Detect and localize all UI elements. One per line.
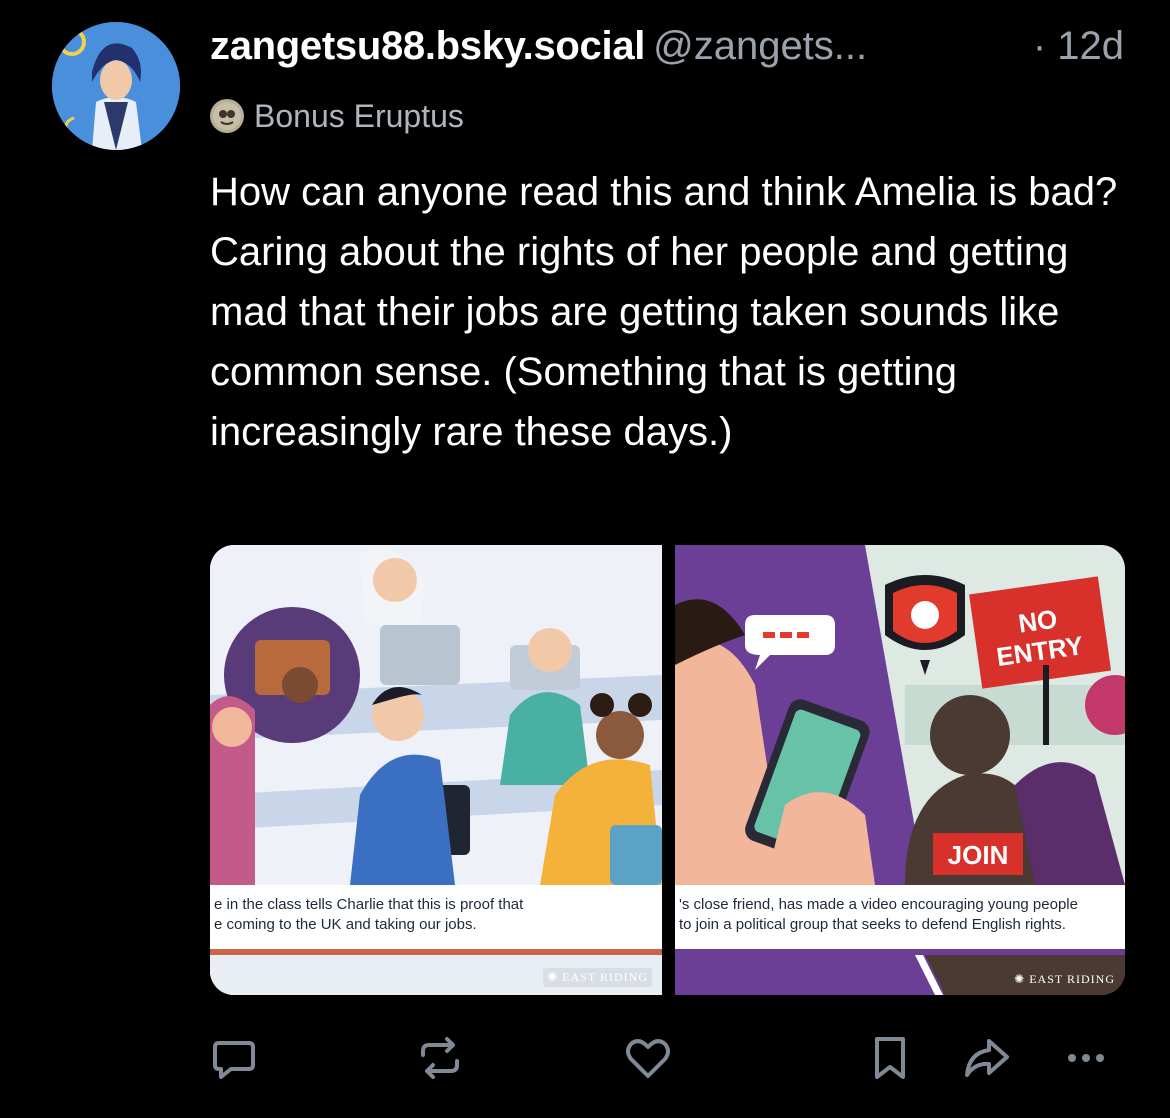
council-crest-icon: ✺ [1014,972,1026,986]
bookmark-button[interactable] [860,1028,920,1088]
caption-line: to join a political group that seeks to … [679,916,1066,933]
repost-icon [421,1037,459,1079]
post-actions [0,1028,1170,1088]
like-button[interactable] [618,1028,678,1088]
author-display-name[interactable]: zangetsu88.bsky.social [210,24,645,68]
author-handle[interactable]: @zangets... [653,24,867,68]
council-watermark: ✺ EAST RIDING [1014,972,1115,987]
share-icon [965,1039,1009,1077]
watermark-text: EAST RIDING [562,970,648,984]
feed-context[interactable]: Bonus Eruptus [210,94,464,138]
repost-button[interactable] [410,1028,470,1088]
council-watermark: ✺ EAST RIDING [543,968,652,987]
caption-line: 's close friend, has made a video encour… [679,896,1078,913]
post-timestamp[interactable]: · 12d [1033,24,1124,69]
more-icon [1068,1054,1104,1062]
council-crest-icon: ✺ [547,970,559,984]
watermark-text: EAST RIDING [1029,972,1115,986]
reply-icon [213,1041,255,1079]
reply-button[interactable] [204,1028,264,1088]
caption-line: e coming to the UK and taking our jobs. [214,916,477,933]
post-image-1[interactable]: e in the class tells Charlie that this i… [210,545,662,995]
avatar[interactable] [52,22,180,150]
share-button[interactable] [956,1028,1016,1088]
caption-line: e in the class tells Charlie that this i… [214,896,524,913]
feed-context-label: Bonus Eruptus [254,97,464,134]
post-header: zangetsu88.bsky.social @zangets... · 12d [210,24,1130,84]
join-sign-text: JOIN [948,840,1009,870]
post-text: How can anyone read this and think Ameli… [210,170,1129,454]
feed-avatar-icon [210,99,244,133]
more-options-button[interactable] [1056,1028,1116,1088]
bookmark-icon [875,1037,905,1079]
post-image-2[interactable]: NO ENTRY JOIN 's close friend, has made … [675,545,1125,995]
like-icon [626,1039,670,1078]
